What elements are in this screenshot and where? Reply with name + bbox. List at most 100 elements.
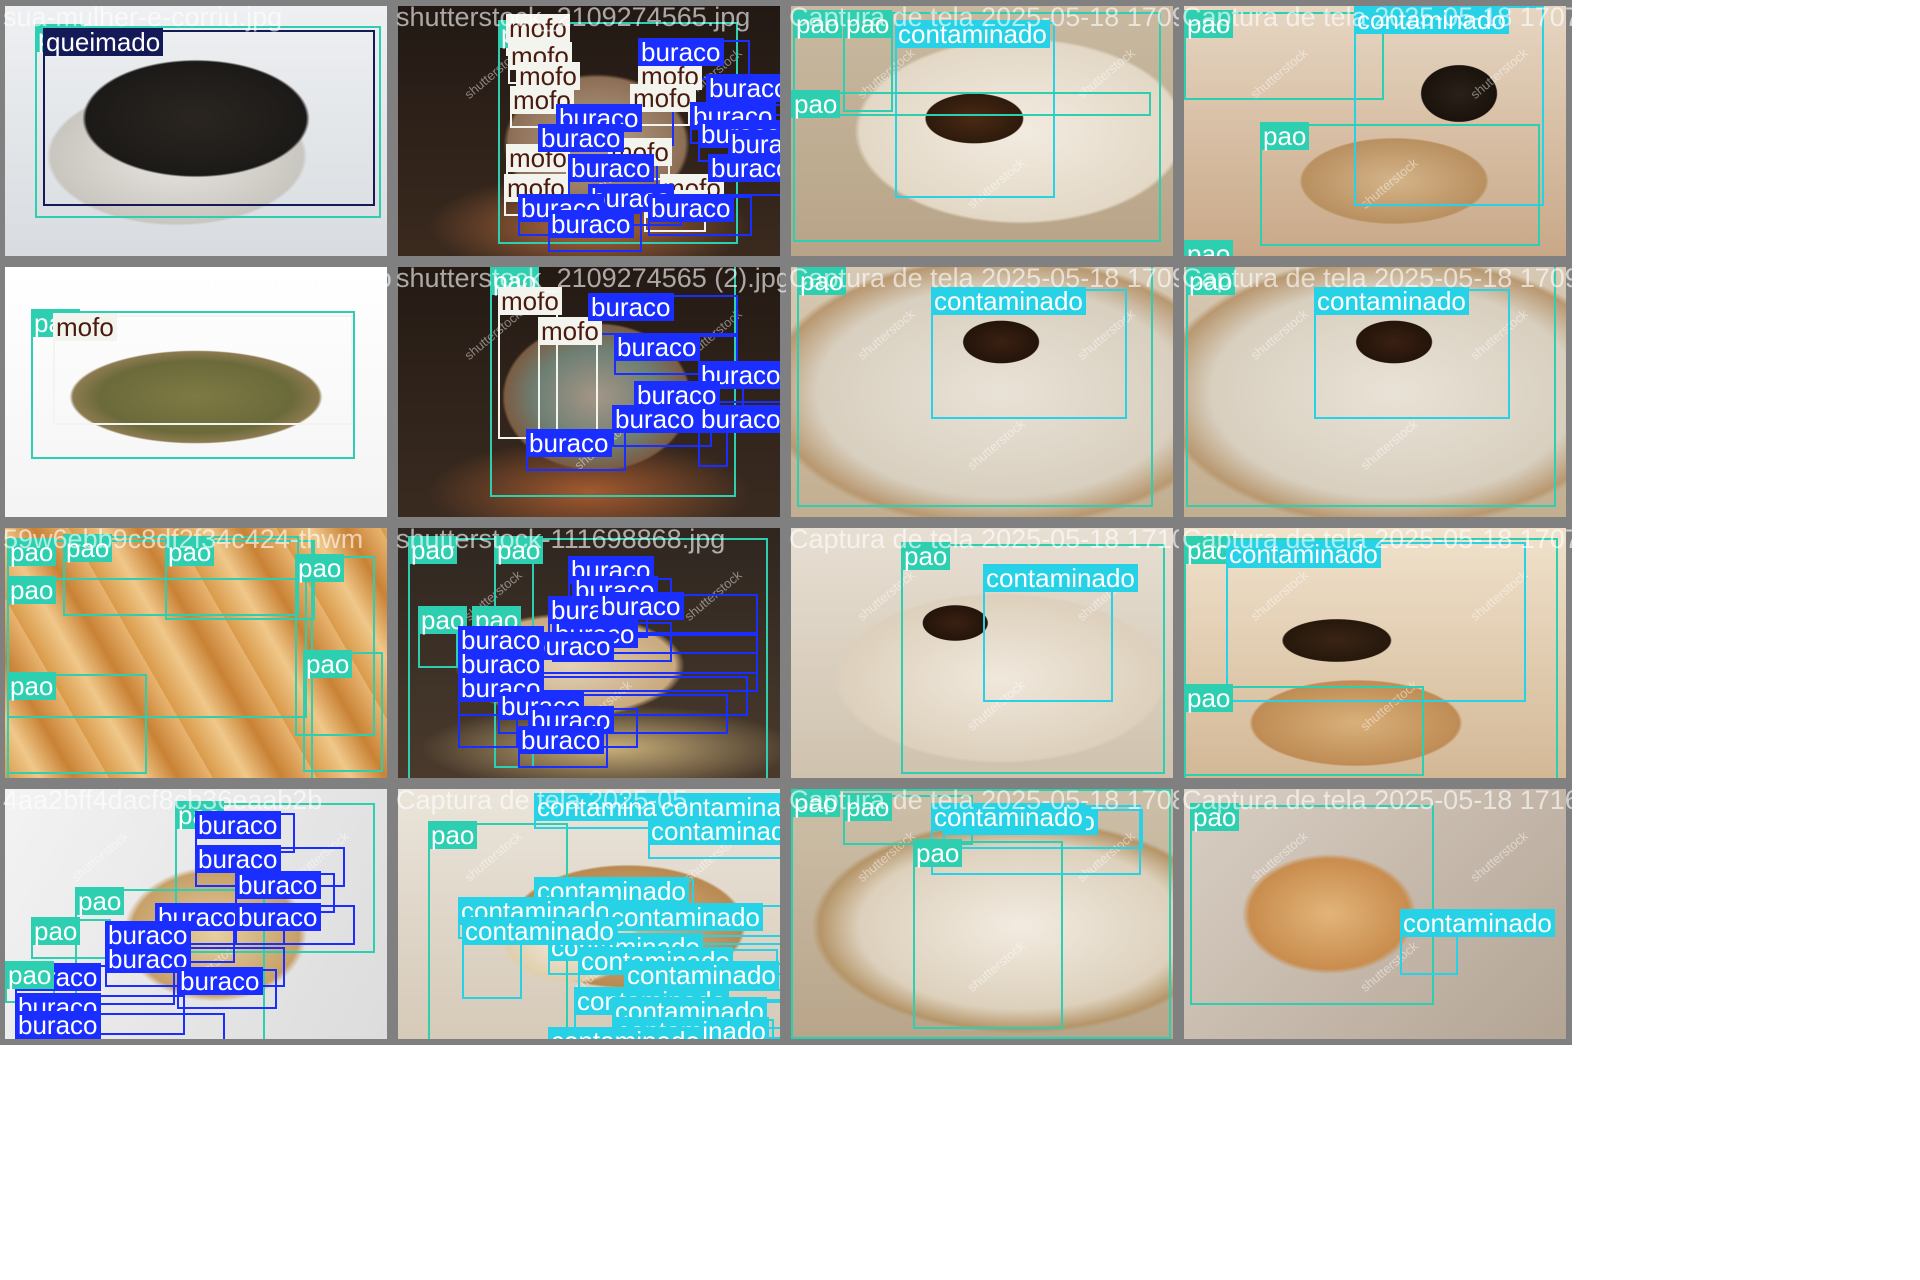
contaminado-label: contaminado xyxy=(1354,6,1509,34)
cell-photo: shutterstockshutterstockshutterstockpaop… xyxy=(791,6,1173,256)
cell-photo: shutterstockshutterstockshutterstockpaop… xyxy=(398,528,780,778)
buraco-label: buraco xyxy=(15,1011,101,1039)
cell-photo: shutterstockshutterstockshutterstockpaop… xyxy=(5,789,387,1039)
detection-cell: shutterstockshutterstockshutterstockpaoc… xyxy=(1178,783,1572,1045)
detection-cell: pao pao pao pao pao pao pao 59w6ebb9c8df2f34c42… xyxy=(0,522,393,784)
cell-photo: pao pao pao pao pao pao pao xyxy=(5,528,387,778)
queimado-label: queimado xyxy=(43,28,164,56)
pao-label: pao xyxy=(7,576,57,604)
mofo-label: mofo xyxy=(506,14,570,42)
cell-photo: shutterstockshutterstockshutterstockpaoc… xyxy=(1184,789,1566,1039)
cell-photo: shutterstockshutterstockshutterstockpaoc… xyxy=(1184,267,1566,517)
cell-photo: shutterstockshutterstockshutterstockpaoc… xyxy=(791,267,1173,517)
pao-label: pao xyxy=(791,90,841,118)
pao-label: pao xyxy=(913,839,963,867)
contaminado-label: contaminado xyxy=(648,817,780,845)
buraco-label: buraco xyxy=(177,967,263,995)
detection-cell: shutterstockshutterstockshutterstockpaoc… xyxy=(1178,261,1572,523)
watermark-text: shutterstock xyxy=(1467,828,1531,885)
detection-cell: paoqueimadosua-mulher-e-corriu.jpg xyxy=(0,0,393,262)
pao-label: pao xyxy=(901,542,951,570)
detection-cell: shutterstockshutterstockshutterstockpaop… xyxy=(785,0,1179,262)
detection-cell: shutterstockshutterstockshutterstockpaoc… xyxy=(785,261,1179,523)
detection-cell: shutterstockshutterstockshutterstockpaop… xyxy=(0,783,393,1045)
pao-bounding-box xyxy=(1190,805,1434,1005)
pao-label: pao xyxy=(1184,10,1234,38)
pao-label: pao xyxy=(1190,803,1240,831)
contaminado-label: contaminado xyxy=(548,1027,703,1039)
pao-label: pao xyxy=(494,536,544,564)
buraco-label: buraco xyxy=(648,194,734,222)
cell-photo: shutterstockshutterstockshutterstockpaoc… xyxy=(1184,6,1566,256)
pao-label: pao xyxy=(793,10,843,38)
pao-label: pao xyxy=(791,789,841,817)
detection-cell: shutterstockshutterstockshutterstockpaoc… xyxy=(1178,522,1572,784)
pao-label: pao xyxy=(303,650,353,678)
pao-label: pao xyxy=(295,554,345,582)
detection-grid: paoqueimadosua-mulher-e-corriu.jpgshutte… xyxy=(0,0,1920,1280)
pao-label: pao xyxy=(843,793,893,821)
pao-label: pao xyxy=(1186,267,1236,295)
pao-label: pao xyxy=(1184,240,1234,256)
pao-label: pao xyxy=(75,887,125,915)
cell-photo: shutterstockshutterstockshutterstockpaop… xyxy=(791,789,1173,1039)
contaminado-label: contaminado xyxy=(895,20,1050,48)
cell-photo: shutterstockshutterstockshutterstockpaoc… xyxy=(398,789,780,1039)
pao-label: pao xyxy=(843,10,893,38)
cell-photo: shutterstockshutterstockshutterstockpaoc… xyxy=(791,528,1173,778)
detection-cell: shutterstockshutterstockshutterstockpaom… xyxy=(392,0,786,262)
contaminado-label: contaminado xyxy=(983,564,1138,592)
cell-photo: shutterstockshutterstockshutterstockpaoc… xyxy=(1184,528,1566,778)
buraco-label: buraco xyxy=(708,154,780,182)
contaminado-label: contaminado xyxy=(1400,909,1555,937)
mofo-label: mofo xyxy=(53,313,117,341)
buraco-label: buraco xyxy=(518,726,604,754)
pao-label: pao xyxy=(408,536,458,564)
pao-label: pao xyxy=(31,917,81,945)
contaminado-label: contaminado xyxy=(1314,287,1469,315)
pao-label: pao xyxy=(1184,684,1234,712)
detection-cell: paomofo19564435-a-imagem-de-um-pao-mofad… xyxy=(0,261,393,523)
detection-cell: shutterstockshutterstockshutterstockpaom… xyxy=(392,261,786,523)
buraco-label: buraco xyxy=(235,871,321,899)
pao-bounding-box xyxy=(791,92,1151,116)
buraco-label: buraco xyxy=(588,293,674,321)
buraco-label: buraco xyxy=(235,903,321,931)
pao-label: pao xyxy=(797,267,847,295)
mofo-label: mofo xyxy=(498,287,562,315)
buraco-label: buraco xyxy=(526,429,612,457)
watermark-text: shutterstock xyxy=(68,828,132,885)
buraco-label: buraco xyxy=(638,38,724,66)
detection-cell: shutterstockshutterstockshutterstockpaop… xyxy=(785,783,1179,1045)
pao-label: pao xyxy=(1260,122,1310,150)
buraco-label: buraco xyxy=(195,845,281,873)
detection-cell: shutterstockshutterstockshutterstockpaop… xyxy=(392,522,786,784)
contaminado-label: contaminado xyxy=(624,961,779,989)
pao-label: pao xyxy=(7,538,57,566)
cell-photo: paomofo xyxy=(5,267,387,517)
pao-label: pao xyxy=(165,538,215,566)
pao-label: pao xyxy=(5,961,55,989)
contaminado-label: contaminado xyxy=(462,917,617,945)
pao-label: pao xyxy=(7,672,57,700)
detection-cell: shutterstockshutterstockshutterstockpaoc… xyxy=(392,783,786,1045)
buraco-label: buraco xyxy=(598,592,684,620)
contaminado-label: contaminado xyxy=(931,287,1086,315)
pao-label: pao xyxy=(63,534,113,562)
contaminado-label: contaminado xyxy=(1226,540,1381,568)
buraco-label: buraco xyxy=(698,405,780,433)
buraco-label: buraco xyxy=(612,405,698,433)
contaminado-label: contaminado xyxy=(931,803,1086,831)
buraco-label: buraco xyxy=(614,333,700,361)
buraco-label: buraco xyxy=(538,124,624,152)
detection-cell: shutterstockshutterstockshutterstockpaoc… xyxy=(1178,0,1572,262)
buraco-label: buraco xyxy=(195,811,281,839)
buraco-label: buraco xyxy=(548,210,634,238)
detection-cell: shutterstockshutterstockshutterstockpaoc… xyxy=(785,522,1179,784)
buraco-label: buraco xyxy=(706,74,780,102)
buraco-label: buraco xyxy=(568,154,654,182)
pao-label: pao xyxy=(428,821,478,849)
buraco-label: buraco xyxy=(458,626,544,654)
cell-photo: shutterstockshutterstockshutterstockpaom… xyxy=(398,6,780,256)
cell-photo: paoqueimado xyxy=(5,6,387,256)
